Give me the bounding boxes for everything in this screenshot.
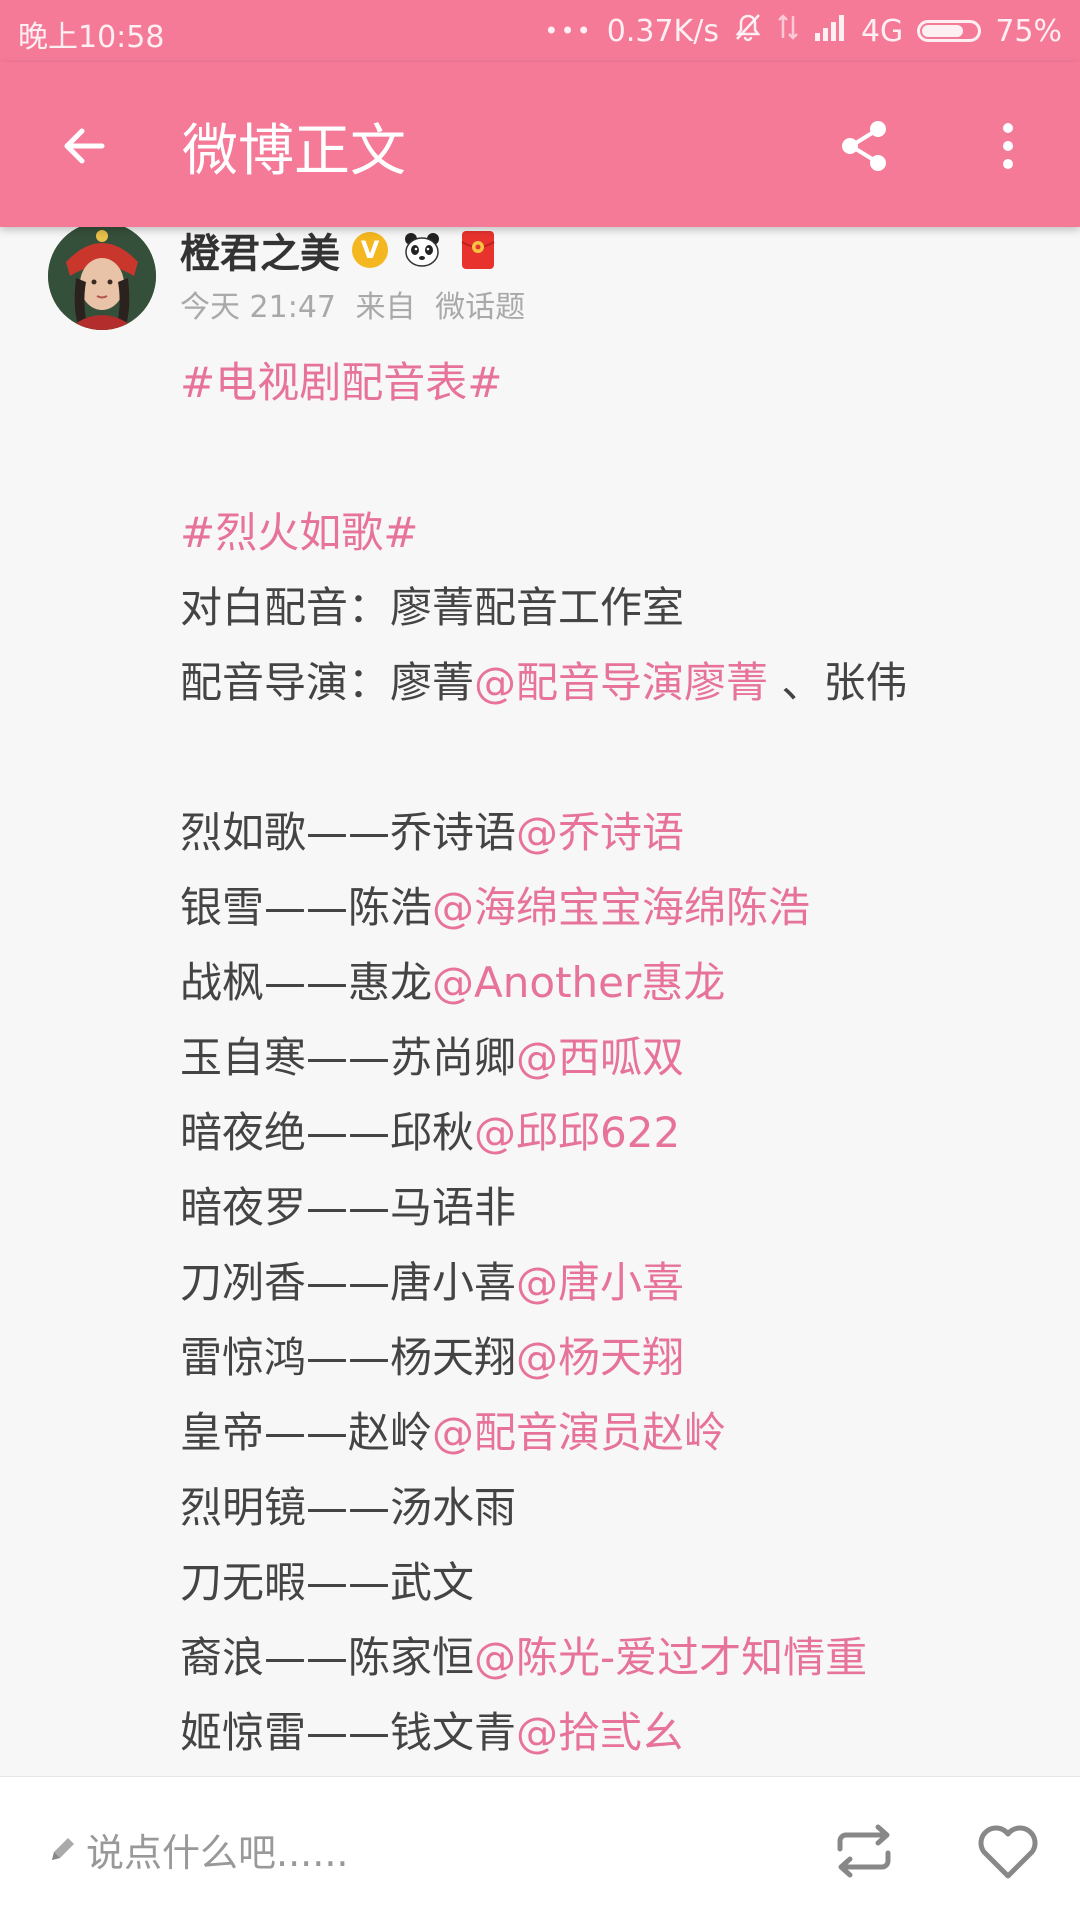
post-line: 皇帝——赵岭@配音演员赵岭 <box>180 1395 1040 1470</box>
post-line: 战枫——惠龙@Another惠龙 <box>180 945 1040 1020</box>
post-text: 战枫——惠龙 <box>180 958 433 1007</box>
post-meta: 今天 21:47 来自 微话题 <box>180 282 525 326</box>
post-text: 刀无暇——武文 <box>180 1558 475 1607</box>
post-time: 今天 21:47 <box>180 290 336 325</box>
post-text: 皇帝——赵岭 <box>180 1408 433 1457</box>
share-button[interactable] <box>828 110 900 182</box>
weibo-post-screen: 晚上10:58 ••• 0.37K/s 4G 75% 微博正文 橙君之美 V 今… <box>0 0 1080 1920</box>
post-line: 姬惊雷——钱文青@拾弎幺 <box>180 1695 1040 1770</box>
post-line: 暗夜罗——马语非 <box>180 1170 1040 1245</box>
post-line: 刀冽香——唐小喜@唐小喜 <box>180 1245 1040 1320</box>
mention-link[interactable]: @乔诗语 <box>516 808 684 857</box>
comment-placeholder: 说点什么吧...... <box>86 1830 349 1875</box>
post-text: 对白配音：廖菁配音工作室 <box>180 583 685 632</box>
data-arrows-icon <box>777 12 799 50</box>
like-button[interactable] <box>970 1813 1046 1889</box>
mention-link[interactable]: @陈光-爱过才知情重 <box>474 1633 867 1682</box>
avatar[interactable] <box>48 222 156 330</box>
mention-link[interactable]: @邱邱622 <box>474 1108 680 1157</box>
post-line: 对白配音：廖菁配音工作室 <box>180 570 1040 645</box>
post-line: #电视剧配音表# <box>180 345 1040 420</box>
back-arrow-icon <box>64 128 105 164</box>
comment-input[interactable]: 说点什么吧...... <box>48 1821 348 1877</box>
page-title: 微博正文 <box>182 119 406 184</box>
post-line: 玉自寒——苏尚卿@西呱双 <box>180 1020 1040 1095</box>
red-packet-icon <box>456 228 500 272</box>
post-text: 玉自寒——苏尚卿 <box>180 1033 517 1082</box>
back-button[interactable] <box>48 110 120 182</box>
mention-link[interactable]: @配音演员赵岭 <box>432 1408 726 1457</box>
verified-icon: V <box>352 232 388 268</box>
repost-button[interactable] <box>826 1813 902 1889</box>
network-type: 4G <box>860 13 904 49</box>
post-text: 配音导演：廖菁 <box>180 658 475 707</box>
repost-icon <box>837 1824 891 1878</box>
bottom-action-bar: 说点什么吧...... <box>0 1776 1080 1920</box>
status-bar: 晚上10:58 ••• 0.37K/s 4G 75% <box>0 0 1080 62</box>
mention-link[interactable]: @唐小喜 <box>516 1258 684 1307</box>
post-line: 裔浪——陈家恒@陈光-爱过才知情重 <box>180 1620 1040 1695</box>
post-text: 烈如歌——乔诗语 <box>180 808 517 857</box>
mute-bell-icon <box>733 12 763 50</box>
username[interactable]: 橙君之美 <box>180 221 340 279</box>
post-line: 烈明镜——汤水雨 <box>180 1470 1040 1545</box>
share-icon <box>842 121 886 171</box>
more-options-button[interactable] <box>972 110 1044 182</box>
post-line: 雷惊鸿——杨天翔@杨天翔 <box>180 1320 1040 1395</box>
username-row: 橙君之美 V <box>180 226 500 277</box>
post-text: 暗夜罗——马语非 <box>180 1183 517 1232</box>
post-text: 银雪——陈浩 <box>180 883 433 932</box>
pencil-icon <box>52 1838 74 1860</box>
like-heart-icon <box>978 1825 1038 1879</box>
mention-link[interactable]: @西呱双 <box>516 1033 684 1082</box>
post-text: 烈明镜——汤水雨 <box>180 1483 517 1532</box>
mention-link[interactable]: @配音导演廖菁 <box>474 658 768 707</box>
mention-link[interactable]: @Another惠龙 <box>432 958 725 1007</box>
post-line: 刀无暇——武文 <box>180 1545 1040 1620</box>
signal-icon <box>813 13 847 49</box>
battery-percent: 75% <box>995 13 1062 49</box>
post-text: 暗夜绝——邱秋 <box>180 1108 475 1157</box>
post-line: 烈如歌——乔诗语@乔诗语 <box>180 795 1040 870</box>
post-line: 暗夜绝——邱秋@邱邱622 <box>180 1095 1040 1170</box>
battery-icon <box>917 20 982 42</box>
toolbar: 微博正文 <box>0 62 1080 227</box>
post-source[interactable]: 微话题 <box>435 290 525 325</box>
post-text: 雷惊鸿——杨天翔 <box>180 1333 517 1382</box>
more-vertical-icon <box>1003 123 1013 169</box>
post-text: 姬惊雷——钱文青 <box>180 1708 517 1757</box>
hashtag-link[interactable]: #烈火如歌# <box>180 508 418 557</box>
network-speed: 0.37K/s <box>606 13 719 49</box>
status-time: 晚上10:58 <box>18 20 165 55</box>
post-line: #烈火如歌# <box>180 495 1040 570</box>
mention-link[interactable]: @海绵宝宝海绵陈浩 <box>432 883 810 932</box>
source-prefix: 来自 <box>355 290 416 325</box>
post-line: 银雪——陈浩@海绵宝宝海绵陈浩 <box>180 870 1040 945</box>
post-text: 、张伟 <box>768 658 908 707</box>
post-line: 配音导演：廖菁@配音导演廖菁 、张伟 <box>180 645 1040 720</box>
more-dots-icon: ••• <box>544 17 593 45</box>
post-text: 裔浪——陈家恒 <box>180 1633 475 1682</box>
mention-link[interactable]: @杨天翔 <box>516 1333 684 1382</box>
battery-fill <box>922 25 963 37</box>
status-indicators: ••• 0.37K/s 4G 75% <box>544 0 1062 62</box>
post-body: #电视剧配音表# #烈火如歌# 对白配音：廖菁配音工作室 配音导演：廖菁@配音导演廖菁… <box>180 345 1040 1770</box>
hashtag-link[interactable]: #电视剧配音表# <box>180 358 502 407</box>
post-text: 刀冽香——唐小喜 <box>180 1258 517 1307</box>
panda-icon <box>400 228 444 272</box>
mention-link[interactable]: @拾弎幺 <box>516 1708 684 1757</box>
